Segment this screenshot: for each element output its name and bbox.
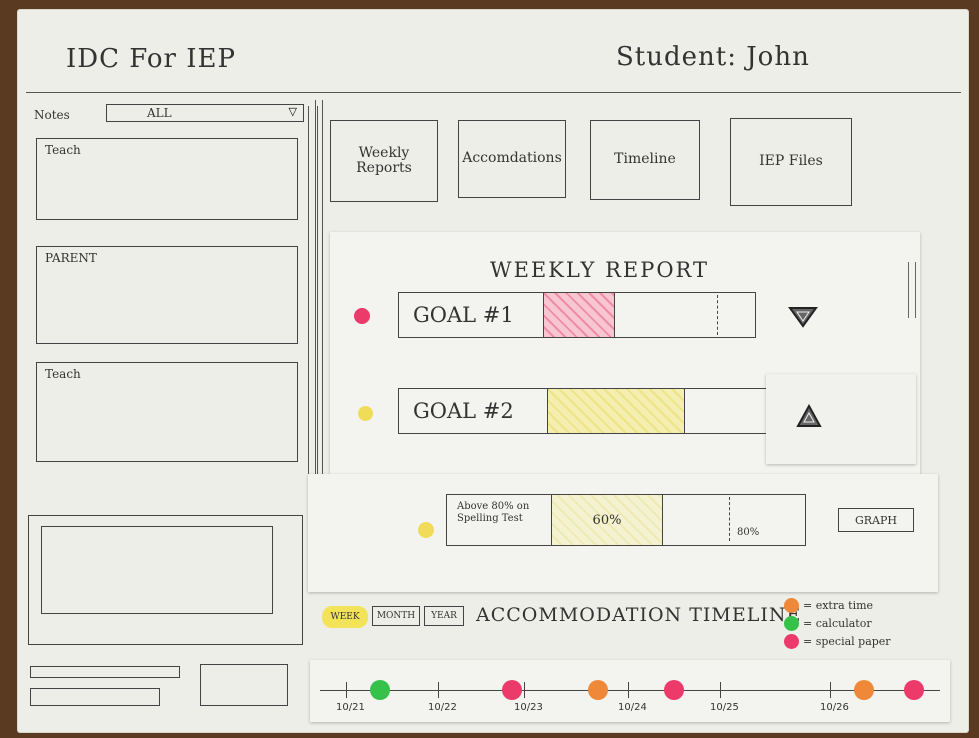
timeline-legend: = extra time = calculator = special pape… — [784, 598, 891, 652]
legend-label: = calculator — [803, 617, 872, 630]
notes-label: Notes — [34, 108, 70, 122]
legend-dot — [784, 598, 799, 613]
timeline-date-label: 10/23 — [514, 702, 543, 713]
notes-panel: Notes ALL ▽ Teach PARENT Teach — [26, 98, 318, 508]
student-label: Student: John — [616, 42, 810, 72]
paper-mockup: IDC For IEP Student: John Notes ALL ▽ Te… — [18, 10, 968, 732]
timeline-tick — [720, 682, 721, 698]
timeline-date-label: 10/24 — [618, 702, 647, 713]
timeline-title: ACCOMMODATION TIMELINE — [476, 604, 802, 626]
timeline-event-calculator[interactable] — [370, 680, 390, 700]
range-year-button[interactable]: YEAR — [424, 606, 464, 626]
goal-2-status-dot — [358, 406, 373, 421]
collapse-triangle-icon[interactable] — [788, 306, 818, 328]
legend-dot — [784, 616, 799, 631]
range-week-button[interactable]: WEEK — [322, 606, 368, 628]
goal-detail-description: Above 80% on Spelling Test — [457, 501, 530, 524]
timeline-tick — [628, 682, 629, 698]
timeline-date-label: 10/25 — [710, 702, 739, 713]
timeline-header: WEEK MONTH YEAR ACCOMMODATION TIMELINE =… — [314, 596, 964, 656]
notes-section-teacher-2[interactable]: Teach — [36, 362, 298, 462]
timeline-event-special-paper[interactable] — [664, 680, 684, 700]
legend-item-special-paper: = special paper — [784, 634, 891, 649]
tab-timeline[interactable]: Timeline — [590, 120, 700, 200]
timeline-tick — [438, 682, 439, 698]
goal-1-label: GOAL #1 — [413, 303, 514, 327]
tab-accommodations[interactable]: Accomdations — [458, 120, 566, 198]
goal-1-progress-fill — [543, 293, 615, 337]
goal-1-progress-bar[interactable]: GOAL #1 — [398, 292, 756, 338]
goal-detail-current: 60% — [551, 495, 663, 545]
note-input-box[interactable] — [41, 526, 273, 614]
expand-triangle-icon[interactable] — [796, 404, 822, 428]
goal-2-progress-fill — [547, 389, 685, 433]
graph-button[interactable]: GRAPH — [838, 508, 914, 532]
note-field-2[interactable] — [30, 688, 160, 706]
note-submit-button[interactable] — [200, 664, 288, 706]
timeline-axis — [320, 690, 940, 691]
legend-label: = extra time — [803, 599, 874, 612]
goal-2-remaining — [685, 389, 767, 433]
timeline-date-label: 10/22 — [428, 702, 457, 713]
chevron-down-icon[interactable]: ▽ — [289, 105, 297, 118]
tab-weekly-reports[interactable]: Weekly Reports — [330, 120, 438, 202]
note-compose-area[interactable] — [28, 515, 303, 645]
goal-detail-panel: Above 80% on Spelling Test 60% 80% GRAPH — [308, 474, 938, 592]
timeline-event-special-paper[interactable] — [904, 680, 924, 700]
goal-1-remaining — [615, 293, 755, 337]
legend-dot — [784, 634, 799, 649]
goal-detail-status-dot — [418, 522, 434, 538]
timeline-date-label: 10/26 — [820, 702, 849, 713]
timeline-tick — [830, 682, 831, 698]
timeline-event-special-paper[interactable] — [502, 680, 522, 700]
tab-iep-files[interactable]: IEP Files — [730, 118, 852, 206]
notes-filter-value: ALL — [147, 106, 172, 120]
legend-item-extra-time: = extra time — [784, 598, 891, 613]
goal-1-target-marker — [717, 295, 718, 335]
goal-1-status-dot — [354, 308, 370, 324]
timeline-event-extra-time[interactable] — [588, 680, 608, 700]
report-scrollbar[interactable] — [908, 262, 916, 318]
header-divider — [26, 92, 961, 93]
notes-section-teacher-1[interactable]: Teach — [36, 138, 298, 220]
note-field-1[interactable] — [30, 666, 180, 678]
notes-section-parent[interactable]: PARENT — [36, 246, 298, 344]
app-title: IDC For IEP — [66, 44, 236, 74]
legend-label: = special paper — [803, 635, 891, 648]
goal-detail-remaining: 80% — [663, 495, 805, 545]
timeline-strip: 10/21 10/22 10/23 10/24 10/25 10/26 — [310, 660, 950, 722]
goal-2-progress-bar[interactable]: GOAL #2 — [398, 388, 768, 434]
main-scrollbar[interactable] — [315, 100, 323, 500]
notes-filter-select[interactable]: ALL ▽ — [106, 104, 304, 122]
goal-2-expand-flap[interactable] — [766, 374, 916, 464]
range-month-button[interactable]: MONTH — [372, 606, 420, 626]
goal-2-label: GOAL #2 — [413, 399, 514, 423]
goal-detail-progress-bar[interactable]: Above 80% on Spelling Test 60% 80% — [446, 494, 806, 546]
timeline-event-extra-time[interactable] — [854, 680, 874, 700]
legend-item-calculator: = calculator — [784, 616, 891, 631]
weekly-report-title: WEEKLY REPORT — [490, 258, 710, 282]
notes-section-label: Teach — [45, 143, 81, 157]
goal-detail-target-label: 80% — [737, 527, 760, 538]
timeline-tick — [524, 682, 525, 698]
timeline-date-label: 10/21 — [336, 702, 365, 713]
notes-section-label: Teach — [45, 367, 81, 381]
goal-detail-target-marker — [729, 497, 730, 541]
timeline-tick — [346, 682, 347, 698]
notes-section-label: PARENT — [45, 251, 97, 265]
